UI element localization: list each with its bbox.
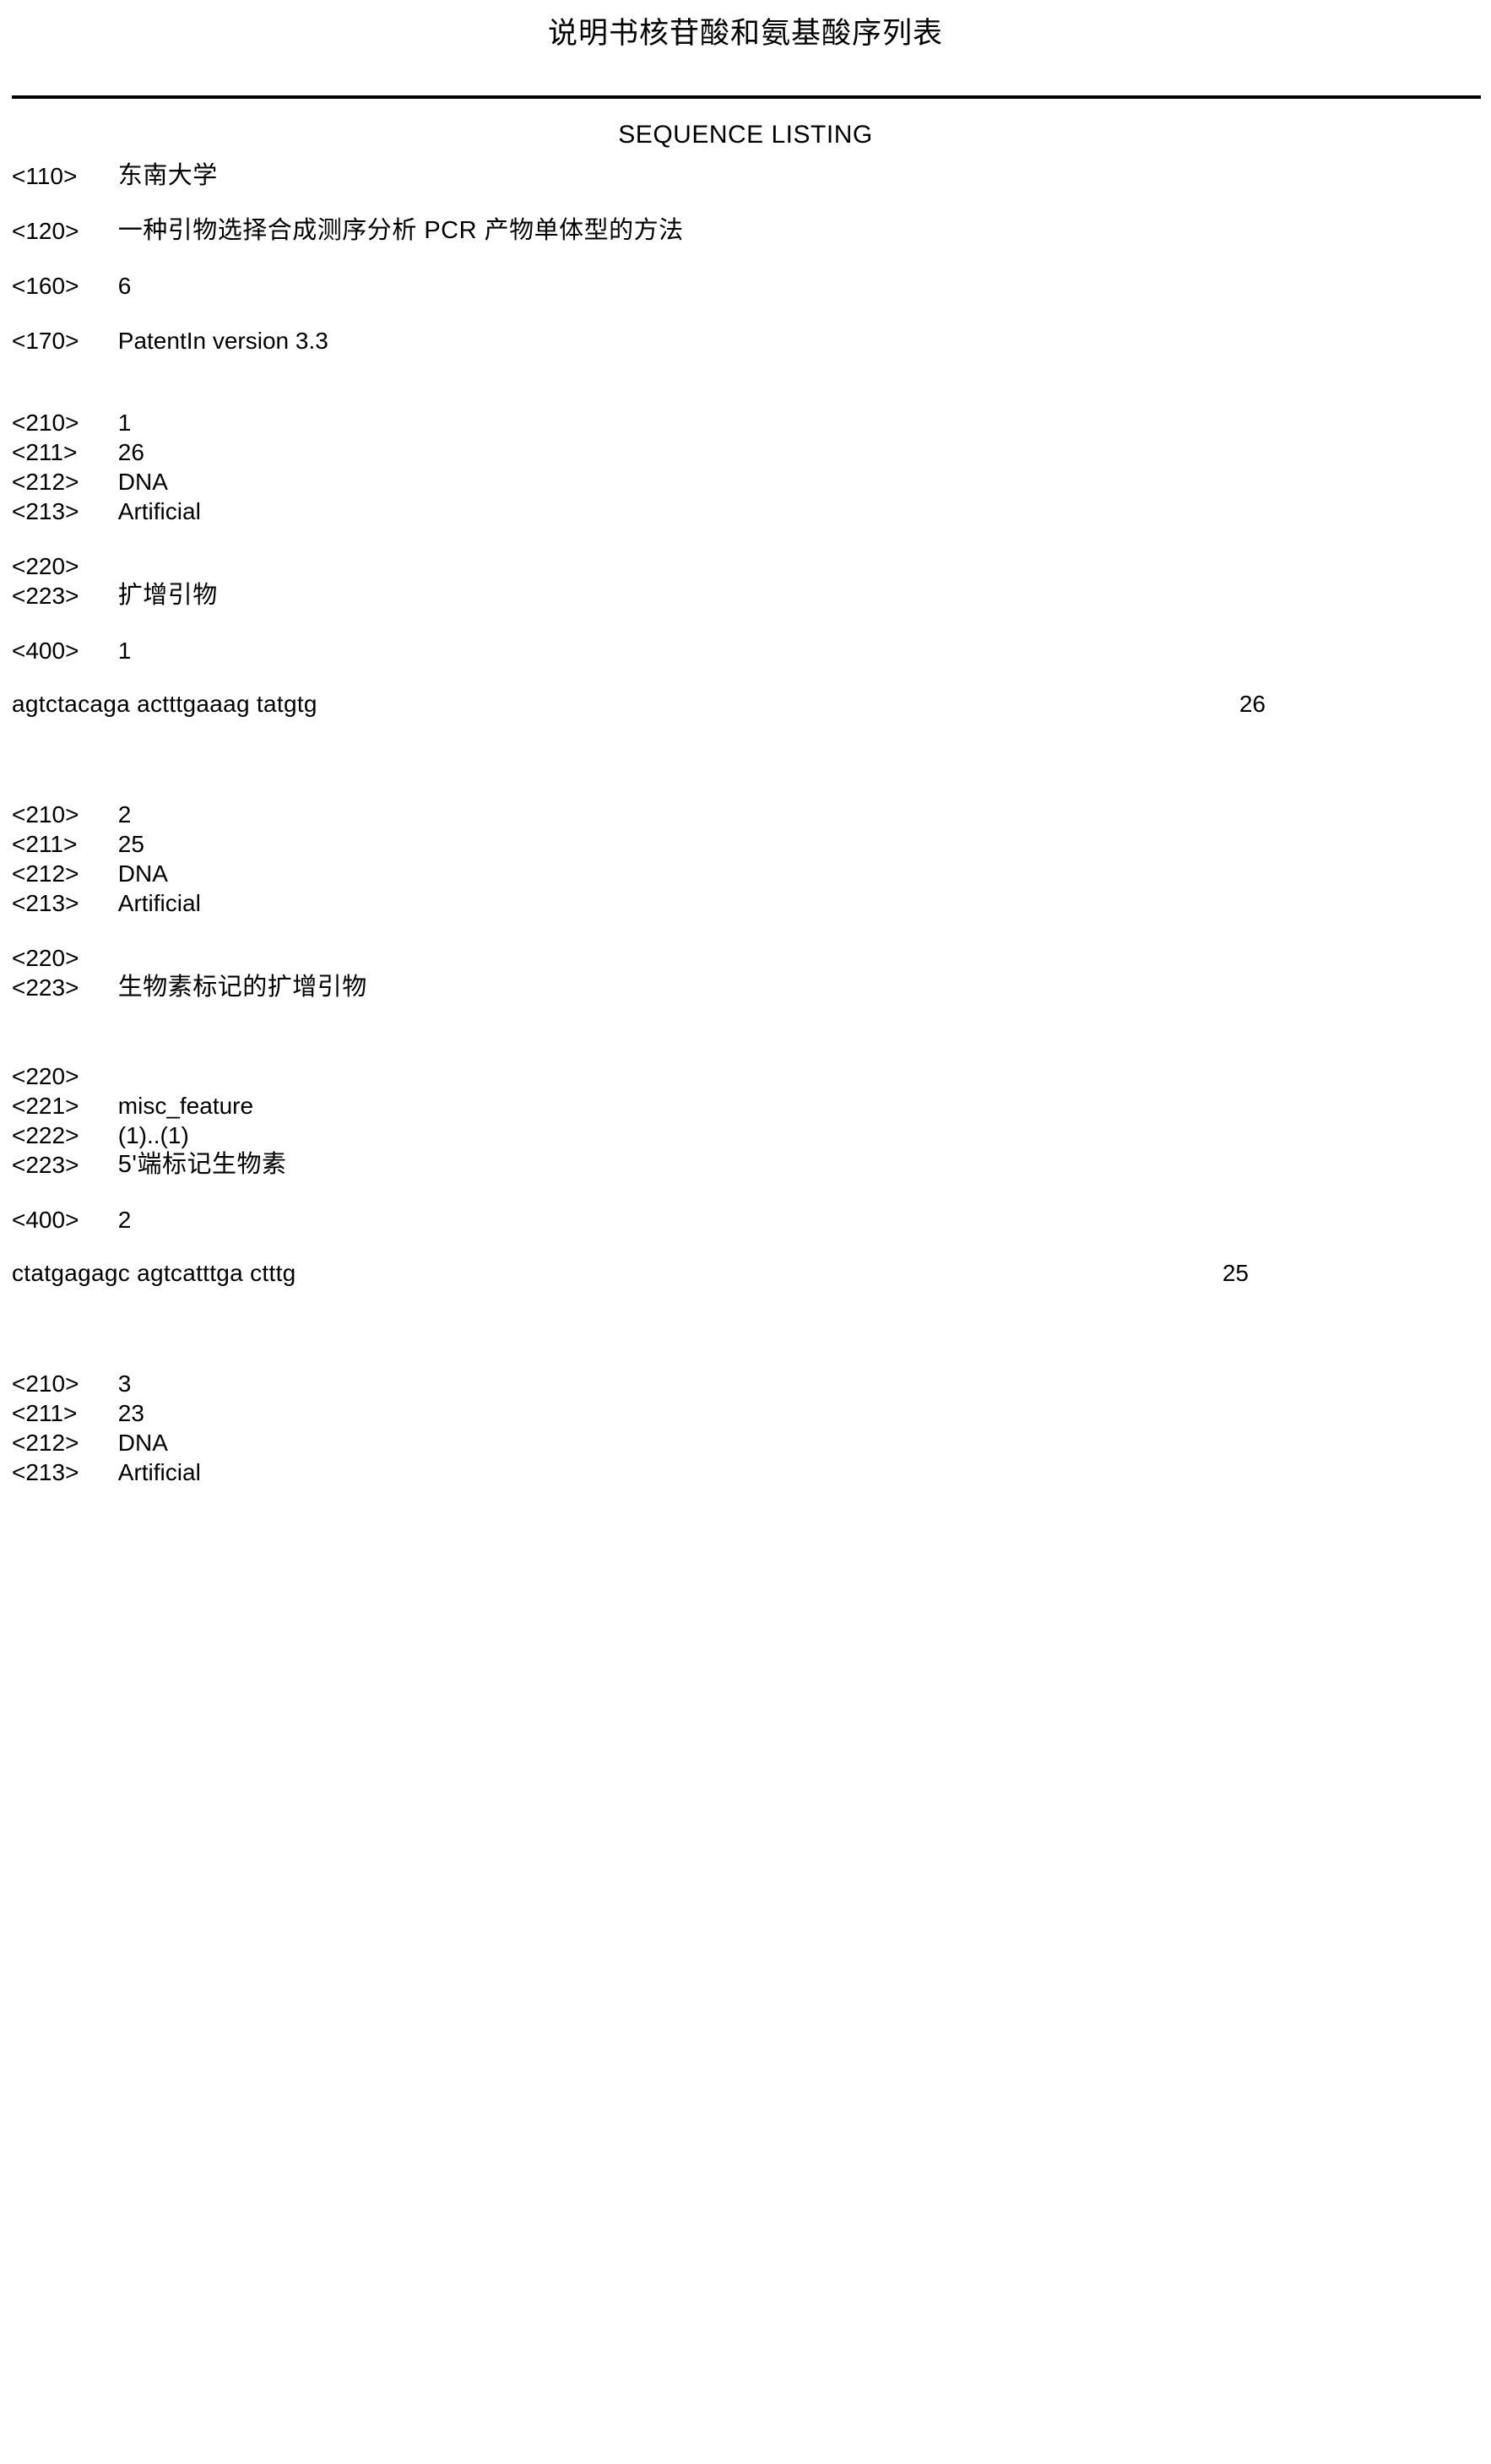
field-tag: <213> [12,890,79,916]
sequence-block-1-seq-id: <210> 1 [12,409,1481,437]
field-value: 生物素标记的扩增引物 [117,974,367,1001]
field-value: 5'端标记生物素 [117,1151,287,1178]
field-value: 1 [117,638,132,664]
field-value: Artificial [117,890,201,916]
field-tag: <211> [12,1400,78,1426]
field-tag: <213> [12,498,79,524]
sequence-text: ctatgagagc agtcatttga ctttg [12,1260,296,1286]
sequence-block-2-residues: ctatgagagc agtcatttga ctttg 25 [12,1259,1481,1287]
field-tag: <211> [12,831,78,857]
sequence-block-2-feature2-key: <221> misc_feature [12,1092,1481,1120]
field-value: 1 [117,410,132,436]
sequence-listing-title: SEQUENCE LISTING [618,121,873,149]
sequence-block-2-feature2-desc: <223> 5'端标记生物素 [12,1151,1481,1179]
field-tag: <160> [12,273,79,299]
sequence-block-3-length: <211> 23 [12,1399,1481,1427]
field-tag: <211> [12,439,78,465]
field-tag: <220> [12,553,79,579]
sequence-block-2-feature1-desc: <223> 生物素标记的扩增引物 [12,974,1481,1001]
sequence-block-1-length: <211> 26 [12,438,1481,466]
sequence-block-2-seq-id: <210> 2 [12,801,1481,828]
field-value: Artificial [117,498,201,524]
front-matter-row-160: <160> 6 [12,272,1481,300]
field-value: PatentIn version 3.3 [117,328,328,354]
document-body: <110> 东南大学 <120> 一种引物选择合成测序分析 PCR 产物单体型的… [12,160,1481,1486]
sequence-block-3-seq-id: <210> 3 [12,1370,1481,1398]
field-tag: <120> [12,218,79,244]
field-tag: <210> [12,1370,79,1397]
header-divider [12,95,1481,99]
sequence-block-2-length: <211> 25 [12,830,1481,858]
field-value: 扩增引物 [117,582,218,609]
field-tag: <222> [12,1122,79,1148]
field-value: (1)..(1) [117,1122,189,1148]
sequence-block-1-type: <212> DNA [12,468,1481,496]
sequence-block-2-feature2-header: <220> [12,1062,1481,1090]
sequence-block-1-organism: <213> Artificial [12,497,1481,525]
sequence-block-2-sequence-header: <400> 2 [12,1206,1481,1234]
document-page: 说明书核苷酸和氨基酸序列表 SEQUENCE LISTING <110> 东南大… [0,0,1491,2464]
sequence-block-1-residues: agtctacaga actttgaaag tatgtg 26 [12,690,1481,718]
sequence-block-2-organism: <213> Artificial [12,889,1481,917]
field-value: 26 [117,439,144,465]
field-tag: <110> [12,163,78,189]
field-value: 23 [117,1400,144,1426]
field-value: 6 [117,273,132,299]
page-header: 说明书核苷酸和氨基酸序列表 [0,0,1491,56]
field-value: DNA [117,1430,168,1456]
field-value: DNA [117,860,168,887]
sequence-block-3-organism: <213> Artificial [12,1458,1481,1486]
field-tag: <210> [12,801,79,828]
sequence-block-2-type: <212> DNA [12,860,1481,887]
field-tag: <170> [12,328,79,354]
field-tag: <212> [12,1430,79,1456]
field-value: 东南大学 [117,162,218,189]
field-value: 3 [117,1370,132,1397]
sequence-block-1-feature-desc: <223> 扩增引物 [12,582,1481,610]
sequence-block-1-feature-header: <220> [12,552,1481,580]
field-tag: <220> [12,945,79,971]
field-tag: <210> [12,410,79,436]
field-value: 2 [117,1207,132,1233]
field-tag: <220> [12,1063,79,1089]
field-tag: <223> [12,974,79,1001]
sequence-text: agtctacaga actttgaaag tatgtg [12,691,317,717]
field-value: 25 [117,831,144,857]
sequence-block-3-type: <212> DNA [12,1429,1481,1457]
field-value: 一种引物选择合成测序分析 PCR 产物单体型的方法 [117,217,684,244]
sequence-block-2-feature1-header: <220> [12,944,1481,972]
field-tag: <223> [12,1152,79,1178]
field-tag: <223> [12,583,79,609]
sequence-length-marker: 25 [1222,1260,1249,1286]
front-matter-row-120: <120> 一种引物选择合成测序分析 PCR 产物单体型的方法 [12,217,1481,245]
running-title: 说明书核苷酸和氨基酸序列表 [547,17,943,50]
field-value: misc_feature [117,1093,254,1119]
field-value: 2 [117,801,132,828]
sequence-block-1-sequence-header: <400> 1 [12,637,1481,665]
sequence-block-2-feature2-location: <222> (1)..(1) [12,1121,1481,1149]
field-tag: <212> [12,469,79,495]
field-tag: <400> [12,1207,79,1233]
field-value: DNA [117,469,168,495]
field-value: Artificial [117,1459,201,1485]
sequence-length-marker: 26 [1239,691,1266,717]
field-tag: <213> [12,1459,79,1485]
front-matter-row-170: <170> PatentIn version 3.3 [12,327,1481,355]
field-tag: <221> [12,1093,79,1119]
field-tag: <212> [12,860,79,887]
field-tag: <400> [12,638,79,664]
front-matter-row-110: <110> 东南大学 [12,162,1481,190]
